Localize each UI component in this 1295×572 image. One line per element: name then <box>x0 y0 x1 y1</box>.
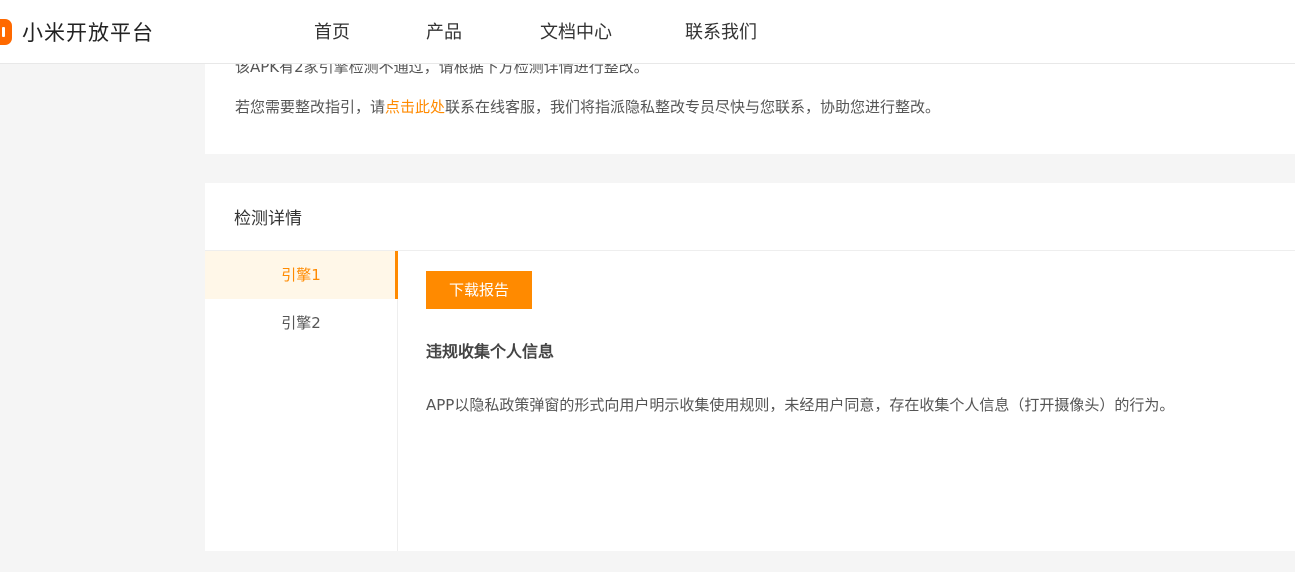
tab-engine-1[interactable]: 引擎1 <box>205 251 398 299</box>
nav-contact[interactable]: 联系我们 <box>685 20 757 46</box>
tab-engine-2[interactable]: 引擎2 <box>205 299 397 347</box>
contact-support-link[interactable]: 点击此处 <box>385 98 445 116</box>
site-title[interactable]: 小米开放平台 <box>22 19 154 47</box>
support-notice: 若您需要整改指引，请点击此处联系在线客服，我们将指派隐私整改专员尽快与您联系，协… <box>235 96 940 118</box>
violation-title: 违规收集个人信息 <box>426 342 555 361</box>
download-report-button[interactable]: 下载报告 <box>426 271 532 309</box>
violation-description: APP以隐私政策弹窗的形式向用户明示收集使用规则，未经用户同意，存在收集个人信息… <box>426 396 1175 414</box>
mi-logo-icon[interactable] <box>0 19 12 45</box>
nav-docs[interactable]: 文档中心 <box>540 20 612 46</box>
nav-products[interactable]: 产品 <box>426 20 462 46</box>
top-header: 小米开放平台 首页 产品 文档中心 联系我们 <box>0 0 1295 64</box>
nav-home[interactable]: 首页 <box>314 20 350 46</box>
detail-title: 检测详情 <box>234 209 302 229</box>
support-notice-suffix: 联系在线客服，我们将指派隐私整改专员尽快与您联系，协助您进行整改。 <box>445 98 941 116</box>
support-notice-prefix: 若您需要整改指引，请 <box>235 98 386 116</box>
detail-card: 检测详情 引擎1 引擎2 下载报告 违规收集个人信息 APP以隐私政策弹窗的形式… <box>205 183 1295 551</box>
engine-tabs: 引擎1 引擎2 <box>205 251 398 551</box>
